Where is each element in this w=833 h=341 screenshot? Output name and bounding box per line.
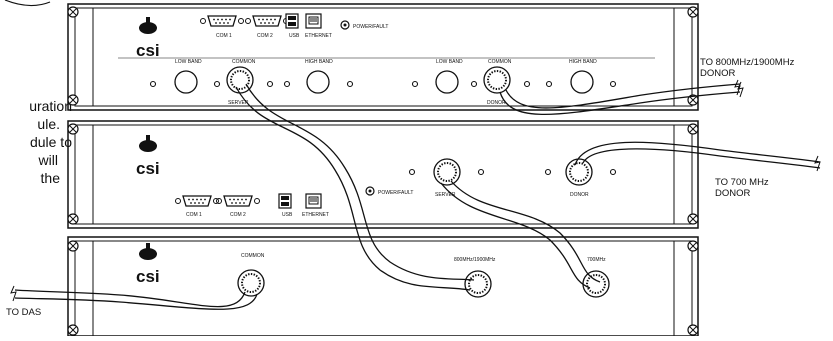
logo-text: csi — [136, 159, 160, 178]
port-label: COM 1 — [216, 33, 232, 39]
cable-server-to-700 — [440, 182, 591, 289]
side-note-line: ule. — [37, 116, 60, 132]
port-label: 800MHz/1900MHz — [454, 257, 496, 263]
band-label: LOW BAND — [175, 59, 202, 65]
power-fault-label: POWER/FAULT — [353, 24, 388, 30]
callout-800: TO 800MHz/1900MHz — [700, 57, 795, 68]
port-label: ETHERNET — [302, 212, 329, 218]
cable-middle-donor — [582, 148, 821, 169]
band-label: COMMON — [488, 59, 512, 65]
band-label: LOW BAND — [436, 59, 463, 65]
donor-label: DONOR — [487, 100, 506, 106]
band-label: COMMON — [232, 59, 256, 65]
cable-top-donor — [505, 83, 741, 109]
diagram-canvas: csi COM 1 COM 2 USB ETHERNET POWER/FAULT… — [4, 0, 821, 337]
port-label: COM 1 — [186, 212, 202, 218]
side-note: uration ule. dule to will the — [0, 97, 72, 187]
port-label: ETHERNET — [305, 33, 332, 39]
port-label: USB — [289, 33, 300, 39]
power-fault-label: POWER/FAULT — [378, 190, 413, 196]
side-note-line: uration — [29, 98, 72, 114]
cable-server-to-800 — [235, 86, 471, 291]
side-note-line: dule to — [29, 134, 72, 150]
wiring-diagram: csi COM 1 COM 2 USB ETHERNET POWER/FAULT… — [0, 0, 833, 337]
band-label: HIGH BAND — [305, 59, 333, 65]
csi-logo — [139, 17, 157, 34]
cable-curl-top-left — [4, 0, 51, 7]
rack-unit-bottom: csi COMMON 800MHz/1900MHz 700MHz — [67, 236, 699, 337]
side-note-line: will — [38, 152, 58, 168]
callout-800: DONOR — [700, 68, 736, 79]
port-label: USB — [282, 212, 293, 218]
rack-unit-top: csi COM 1 COM 2 USB ETHERNET POWER/FAULT… — [67, 3, 699, 111]
donor-label: DONOR — [570, 192, 589, 198]
logo-text: csi — [136, 267, 160, 286]
port-label: COM 2 — [257, 33, 273, 39]
side-note-line: the — [40, 170, 60, 186]
callout-700: DONOR — [715, 188, 751, 199]
port-label: 700MHz — [587, 257, 606, 263]
csi-logo — [139, 135, 157, 152]
cable-top-donor — [499, 91, 741, 115]
callout-700: TO 700 MHz — [715, 177, 769, 188]
band-label: HIGH BAND — [569, 59, 597, 65]
logo-text: csi — [136, 41, 160, 60]
port-label: COM 2 — [230, 212, 246, 218]
csi-logo — [139, 243, 157, 260]
rack-unit-middle: csi COM 1 COM 2 USB ETHERNET POWER/FAULT… — [67, 120, 699, 229]
callout-das: TO DAS — [6, 307, 41, 318]
common-label: COMMON — [241, 253, 265, 259]
